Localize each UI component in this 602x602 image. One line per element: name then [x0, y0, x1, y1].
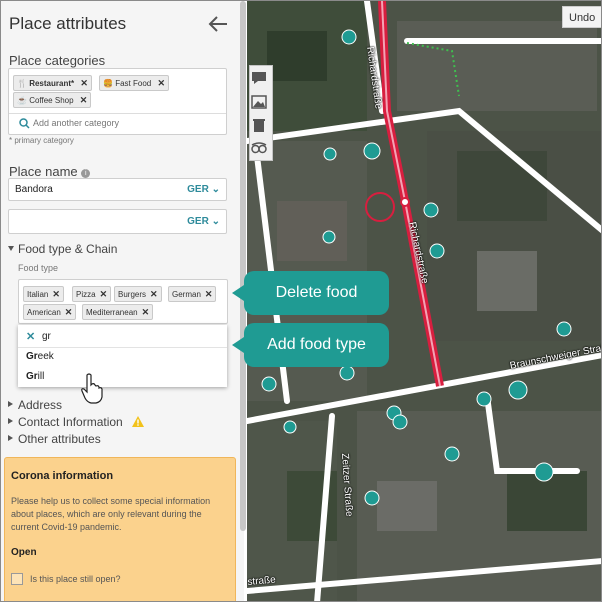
still-open-question: Is this place still open?: [30, 574, 121, 584]
search-icon: [19, 118, 30, 129]
food-search-input[interactable]: gr: [42, 331, 51, 342]
suggestion-rest: eek: [37, 351, 54, 362]
food-chip-label: American: [27, 308, 61, 317]
category-chip-restaurant: 🍴 Restaurant* ✕: [13, 75, 92, 91]
hand-cursor-icon: [81, 373, 103, 404]
food-chip-label: German: [172, 290, 201, 299]
undo-button[interactable]: Undo: [562, 6, 601, 28]
expanded-caret-icon[interactable]: [8, 246, 14, 251]
divider: [18, 347, 227, 348]
place-name-text: Place name: [9, 164, 78, 179]
remove-category-icon[interactable]: ✕: [80, 95, 88, 105]
remove-food-icon[interactable]: ✕: [52, 289, 60, 299]
still-open-checkbox[interactable]: [11, 573, 23, 585]
coffee-cup-icon: ☕: [17, 96, 27, 105]
category-label: Restaurant*: [29, 79, 75, 88]
suggestion-grill[interactable]: Grill: [26, 371, 44, 382]
suggestion-greek[interactable]: Greek: [26, 351, 54, 362]
corona-information-card: Corona information Please help us to col…: [4, 457, 236, 601]
chevron-down-icon: ⌄: [211, 216, 220, 227]
map-toolbar: [249, 65, 273, 161]
category-label: Fast Food: [115, 79, 152, 88]
suggestion-rest: ill: [37, 371, 45, 382]
food-chip: American ✕: [23, 304, 77, 320]
remove-food-icon[interactable]: ✕: [150, 289, 158, 299]
language-code: GER: [187, 216, 209, 227]
place-name-field[interactable]: Bandora GER ⌄: [8, 178, 227, 201]
collapsed-caret-icon[interactable]: [8, 435, 13, 441]
remove-category-icon[interactable]: ✕: [157, 78, 165, 88]
app-frame: Place attributes Place categories 🍴 Rest…: [0, 0, 602, 602]
warning-icon: [132, 416, 145, 427]
remove-food-icon[interactable]: ✕: [205, 289, 213, 299]
category-label: Coffee Shop: [29, 96, 74, 105]
suggestion-match: Gr: [26, 351, 38, 362]
category-chip-coffee-shop: ☕ Coffee Shop ✕: [13, 92, 92, 108]
contact-information-section[interactable]: Contact Information: [18, 415, 145, 429]
chevron-down-icon: ⌄: [211, 184, 220, 195]
fast-food-icon: 🍔: [103, 79, 113, 88]
panel-title: Place attributes: [9, 14, 127, 33]
suggestion-match: Gr: [26, 371, 38, 382]
categories-box[interactable]: 🍴 Restaurant* ✕ 🍔 Fast Food ✕ ☕ Coffee S…: [8, 68, 227, 135]
collapsed-caret-icon[interactable]: [8, 401, 13, 407]
add-category-input[interactable]: Add another category: [33, 118, 119, 128]
place-name-label: Place name i: [9, 164, 91, 179]
food-type-autocomplete: ✕ gr Greek Grill: [18, 325, 227, 387]
food-type-box[interactable]: Italian ✕ Pizza ✕ Burgers ✕ German ✕ America…: [18, 279, 228, 324]
remove-food-icon[interactable]: ✕: [65, 307, 73, 317]
food-chip: Mediterranean ✕: [82, 304, 154, 320]
collapsed-caret-icon[interactable]: [8, 418, 13, 424]
place-name-alt-field[interactable]: GER ⌄: [8, 209, 227, 234]
comment-icon[interactable]: [250, 69, 268, 87]
food-chip: Italian ✕: [23, 286, 64, 302]
panel-scrollbar[interactable]: [240, 1, 246, 531]
food-type-label: Food type: [18, 263, 59, 273]
place-name-value: Bandora: [15, 184, 53, 195]
food-chip-label: Burgers: [118, 290, 147, 299]
delete-food-callout: Delete food: [232, 271, 389, 315]
remove-category-icon[interactable]: ✕: [80, 78, 88, 88]
place-categories-label: Place categories: [9, 53, 106, 68]
food-type-chain-header[interactable]: Food type & Chain: [18, 242, 117, 256]
corona-title: Corona information: [11, 470, 114, 482]
primary-category-note: * primary category: [9, 136, 74, 145]
other-attributes-section[interactable]: Other attributes: [18, 432, 101, 446]
language-select[interactable]: GER ⌄: [187, 216, 220, 227]
remove-food-icon[interactable]: ✕: [100, 289, 108, 299]
divider: [9, 113, 226, 114]
food-chip: Burgers ✕: [114, 286, 162, 302]
back-arrow-icon[interactable]: [207, 14, 229, 34]
food-chip: German ✕: [168, 286, 217, 302]
open-label: Open: [11, 547, 37, 558]
info-icon[interactable]: i: [81, 169, 91, 178]
category-chip-fast-food: 🍔 Fast Food ✕: [99, 75, 169, 91]
address-section[interactable]: Address: [18, 398, 62, 412]
add-food-type-callout: Add food type: [232, 323, 389, 367]
place-attributes-panel: Place attributes Place categories 🍴 Rest…: [1, 1, 244, 601]
food-chip-label: Mediterranean: [86, 308, 138, 317]
trash-icon[interactable]: [250, 116, 268, 134]
fork-knife-icon: 🍴: [17, 79, 27, 88]
food-chip-label: Pizza: [76, 290, 96, 299]
clear-search-icon[interactable]: ✕: [26, 330, 35, 343]
language-select[interactable]: GER ⌄: [187, 184, 220, 195]
food-chip: Pizza ✕: [72, 286, 112, 302]
remove-food-icon[interactable]: ✕: [142, 307, 150, 317]
image-icon[interactable]: [250, 93, 268, 111]
food-chip-label: Italian: [27, 290, 49, 299]
contact-label: Contact Information: [18, 415, 123, 429]
language-code: GER: [187, 184, 209, 195]
tripadvisor-icon[interactable]: [250, 139, 268, 157]
corona-description: Please help us to collect some special i…: [11, 496, 211, 532]
